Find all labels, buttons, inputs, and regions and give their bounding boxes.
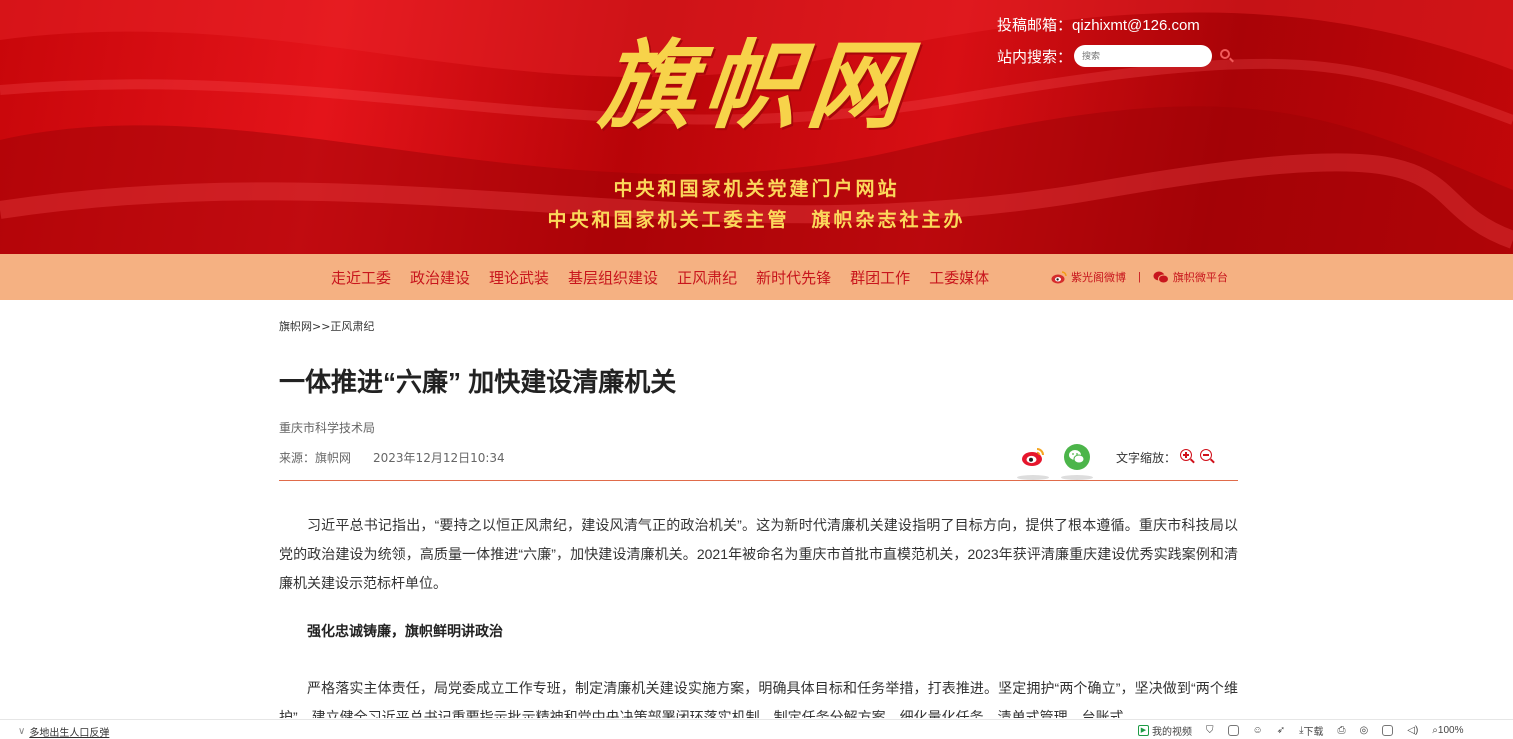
article-paragraph: 严格落实主体责任，局党委成立工作专班，制定清廉机关建设实施方案，明确具体目标和任… — [279, 680, 1238, 718]
article-divider — [279, 480, 1238, 481]
status-news-link[interactable]: 多地出生人口反弹 — [29, 724, 109, 739]
social-links: 紫光阁微博 | 旗帜微平台 — [1051, 254, 1228, 300]
print-icon[interactable]: ⎙ — [1338, 725, 1346, 736]
social-wechat-link[interactable]: 旗帜微平台 — [1173, 269, 1228, 285]
article-meta: 来源：旗帜网 2023年12月12日10:34 — [279, 449, 505, 466]
nav-item-quntuan-gongzuo[interactable]: 群团工作 — [850, 267, 910, 288]
nav-item-lilun-wuzhuang[interactable]: 理论武装 — [489, 267, 549, 288]
rocket-icon[interactable]: ➶ — [1277, 725, 1285, 736]
nav-item-zhengzhi-jianshe[interactable]: 政治建设 — [410, 267, 470, 288]
search-label: 站内搜索： — [997, 48, 1073, 66]
article-paragraph: 习近平总书记指出，“要持之以恒正风肃纪，建设风清气正的政治机关”。这为新时代清廉… — [279, 517, 1238, 591]
contact-label: 投稿邮箱： — [997, 17, 1073, 34]
text-zoom-label: 文字缩放： — [1116, 450, 1177, 465]
article-subheading: 强化忠诚铸廉，旗帜鲜明讲政治 — [307, 623, 503, 639]
window-icon[interactable] — [1382, 725, 1394, 736]
article-author: 重庆市科学技术局 — [279, 421, 376, 435]
volume-icon[interactable]: ◁) — [1407, 725, 1418, 736]
nav-item-xinshidai-xianfeng[interactable]: 新时代先锋 — [756, 267, 831, 288]
article-date: 2023年12月12日10:34 — [373, 451, 505, 465]
share-weibo-icon[interactable] — [1017, 444, 1049, 480]
site-search: 站内搜索： — [997, 45, 1236, 67]
site-logo[interactable]: 旗帜网 — [594, 26, 937, 146]
contact-email[interactable]: qizhixmt@126.com — [1072, 17, 1200, 34]
site-tagline-secondary: 中央和国家机关工委主管 旗帜杂志社主办 — [547, 209, 966, 231]
image-icon[interactable] — [1227, 725, 1239, 736]
social-weibo-link[interactable]: 紫光阁微博 — [1071, 269, 1126, 285]
chevron-down-icon[interactable]: ∨ — [18, 726, 25, 737]
play-icon: ▶ — [1138, 725, 1149, 736]
download-label: 下载 — [1303, 727, 1324, 738]
browser-icon[interactable]: ◎ — [1360, 725, 1369, 736]
site-tagline-primary: 中央和国家机关党建门户网站 — [613, 178, 900, 200]
site-header-banner: 旗帜网 中央和国家机关党建门户网站 中央和国家机关工委主管 旗帜杂志社主办 投稿… — [0, 0, 1513, 254]
nav-item-jiceng-zuzhi[interactable]: 基层组织建设 — [568, 267, 658, 288]
nav-item-gongwei-meiti[interactable]: 工委媒体 — [929, 267, 989, 288]
weibo-icon — [1051, 271, 1067, 284]
zoom-in-icon[interactable] — [1180, 449, 1196, 465]
shield-icon[interactable]: ⛉ — [1206, 725, 1214, 736]
download-button[interactable]: ⤓ 下载 — [1299, 723, 1323, 738]
share-wechat-icon[interactable] — [1061, 444, 1093, 480]
breadcrumb[interactable]: 旗帜网>>正风肃纪 — [279, 318, 374, 334]
wechat-icon — [1153, 271, 1169, 284]
article-source: 来源：旗帜网 — [279, 451, 352, 465]
zoom-out-icon[interactable] — [1200, 449, 1216, 465]
contact-email-row: 投稿邮箱：qizhixmt@126.com — [997, 14, 1200, 35]
my-video-button[interactable]: ▶ 我的视频 — [1138, 723, 1192, 738]
share-toolbar: 文字缩放： — [1017, 444, 1216, 480]
search-input[interactable] — [1074, 45, 1213, 67]
my-video-label: 我的视频 — [1152, 727, 1192, 738]
browser-status-bar: ∨ 多地出生人口反弹 ▶ 我的视频 ⛉ ☺ ➶ ⤓ 下载 ⎙ ◎ ◁) ⌕ 10… — [0, 719, 1513, 739]
zoom-level[interactable]: ⌕ 100% — [1432, 725, 1463, 736]
emoji-icon[interactable]: ☺ — [1253, 725, 1263, 736]
zoom-level-label: 100% — [1437, 725, 1464, 736]
main-navigation: 走近工委 政治建设 理论武装 基层组织建设 正风肃纪 新时代先锋 群团工作 工委… — [0, 254, 1513, 300]
nav-item-zoujin-gongwei[interactable]: 走近工委 — [331, 267, 391, 288]
article-title: 一体推进“六廉” 加快建设清廉机关 — [279, 367, 677, 397]
search-icon[interactable] — [1218, 47, 1236, 65]
social-separator: | — [1138, 271, 1141, 283]
nav-item-zhengfeng-suji[interactable]: 正风肃纪 — [677, 267, 737, 288]
